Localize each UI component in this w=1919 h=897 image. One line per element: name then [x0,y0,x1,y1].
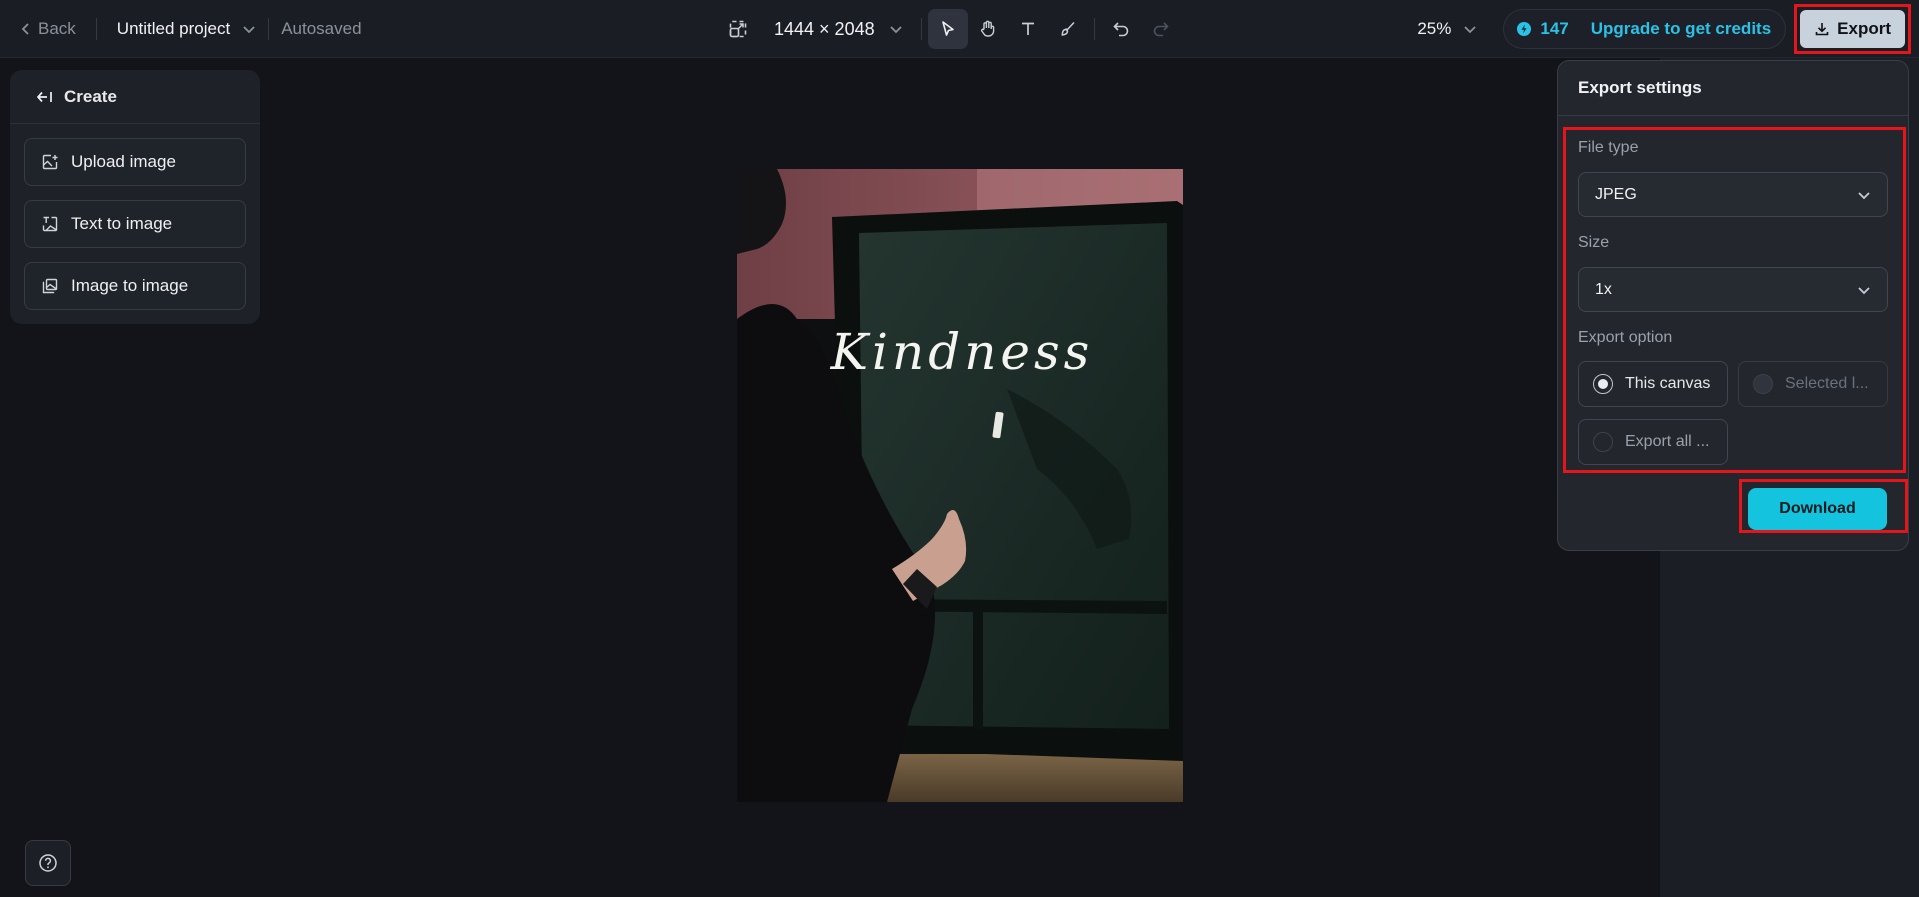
export-button[interactable]: Export [1800,10,1905,48]
export-option-label: Export option [1578,329,1673,346]
credit-icon [1517,22,1532,36]
divider [268,18,270,40]
chevron-down-icon [1464,26,1476,34]
redo-button[interactable] [1141,9,1181,49]
back-button[interactable]: Back [20,19,76,39]
radio-selected-icon [1593,374,1613,394]
option-export-all[interactable]: Export all ... [1578,419,1728,465]
export-settings-title: Export settings [1558,61,1908,116]
hand-tool-button[interactable] [968,9,1008,49]
export-settings-panel: Export settings File type JPEG Size 1x E… [1557,60,1909,551]
undo-icon [1112,22,1128,37]
create-panel: Create Upload image Text to image Image … [10,70,260,324]
chalkboard-photo: Kindness [737,169,1183,802]
select-tool-button[interactable] [927,9,968,49]
zoom-dropdown[interactable]: 25% [1417,19,1477,39]
chevron-left-icon [21,23,29,35]
canvas-size-dropdown[interactable]: 1444 × 2048 [774,19,903,40]
zoom-value: 25% [1417,19,1452,38]
top-bar-left: Back Untitled project Autosaved [20,0,362,58]
collapse-left-icon [36,91,52,102]
file-type-label: File type [1578,139,1639,156]
export-button-highlight: Export [1794,4,1911,54]
option-selected-layers[interactable]: Selected l... [1738,361,1888,407]
option-selected-label: Selected l... [1785,375,1869,392]
top-bar: Back Untitled project Autosaved 1444 × 2… [0,0,1919,58]
chevron-down-icon [243,26,255,34]
toolbar: 1444 × 2048 [718,0,1181,58]
brush-tool-button[interactable] [1048,9,1088,49]
project-name-dropdown[interactable]: Untitled project [117,19,256,39]
divider [95,18,97,40]
resize-icon [729,20,747,38]
divider [1093,18,1095,40]
chevron-down-icon [889,26,902,34]
top-bar-right: 25% 147 Upgrade to get credits Export [1417,0,1919,58]
download-button[interactable]: Download [1748,488,1887,530]
image-to-image-label: Image to image [71,276,189,295]
undo-button[interactable] [1101,9,1141,49]
option-this-canvas-label: This canvas [1625,375,1711,392]
text-icon [1021,22,1034,35]
text-tool-button[interactable] [1008,9,1048,49]
size-value: 1x [1595,280,1612,298]
back-label: Back [38,19,76,38]
divider [920,18,922,40]
canvas-size-value: 1444 × 2048 [774,18,875,39]
redo-icon [1153,22,1169,37]
export-label: Export [1837,19,1891,38]
text-to-image-label: Text to image [71,214,173,233]
option-export-all-label: Export all ... [1625,433,1710,450]
text-to-image-icon [42,216,58,232]
help-button[interactable] [25,840,71,886]
file-type-value: JPEG [1595,185,1637,203]
download-icon [1815,23,1829,36]
size-label: Size [1578,234,1610,251]
upgrade-link[interactable]: Upgrade to get credits [1591,19,1771,39]
credits-count: 147 [1540,19,1569,38]
project-name: Untitled project [116,19,231,38]
option-this-canvas[interactable]: This canvas [1578,361,1728,407]
radio-unselected-icon [1593,432,1613,452]
canvas-image[interactable]: Kindness [737,169,1183,802]
hand-icon [980,20,994,37]
pointer-icon [941,21,954,36]
upload-image-icon [42,154,58,170]
kindness-text: Kindness [830,323,1094,381]
autosave-status: Autosaved [281,19,362,38]
upload-image-button[interactable]: Upload image [24,138,246,186]
create-panel-header[interactable]: Create [10,70,260,124]
upload-image-label: Upload image [71,152,176,171]
file-type-select[interactable]: JPEG [1578,172,1888,217]
size-select[interactable]: 1x [1578,267,1888,312]
chevron-down-icon [1858,191,1870,199]
chevron-down-icon [1858,286,1870,294]
brush-icon [1061,21,1075,36]
image-to-image-icon [42,278,58,294]
image-to-image-button[interactable]: Image to image [24,262,246,310]
create-panel-title: Create [64,86,117,106]
help-icon [39,854,57,872]
radio-disabled-icon [1753,374,1773,394]
resize-canvas-button[interactable] [718,9,758,49]
credits-badge: 147 Upgrade to get credits [1503,9,1787,49]
text-to-image-button[interactable]: Text to image [24,200,246,248]
